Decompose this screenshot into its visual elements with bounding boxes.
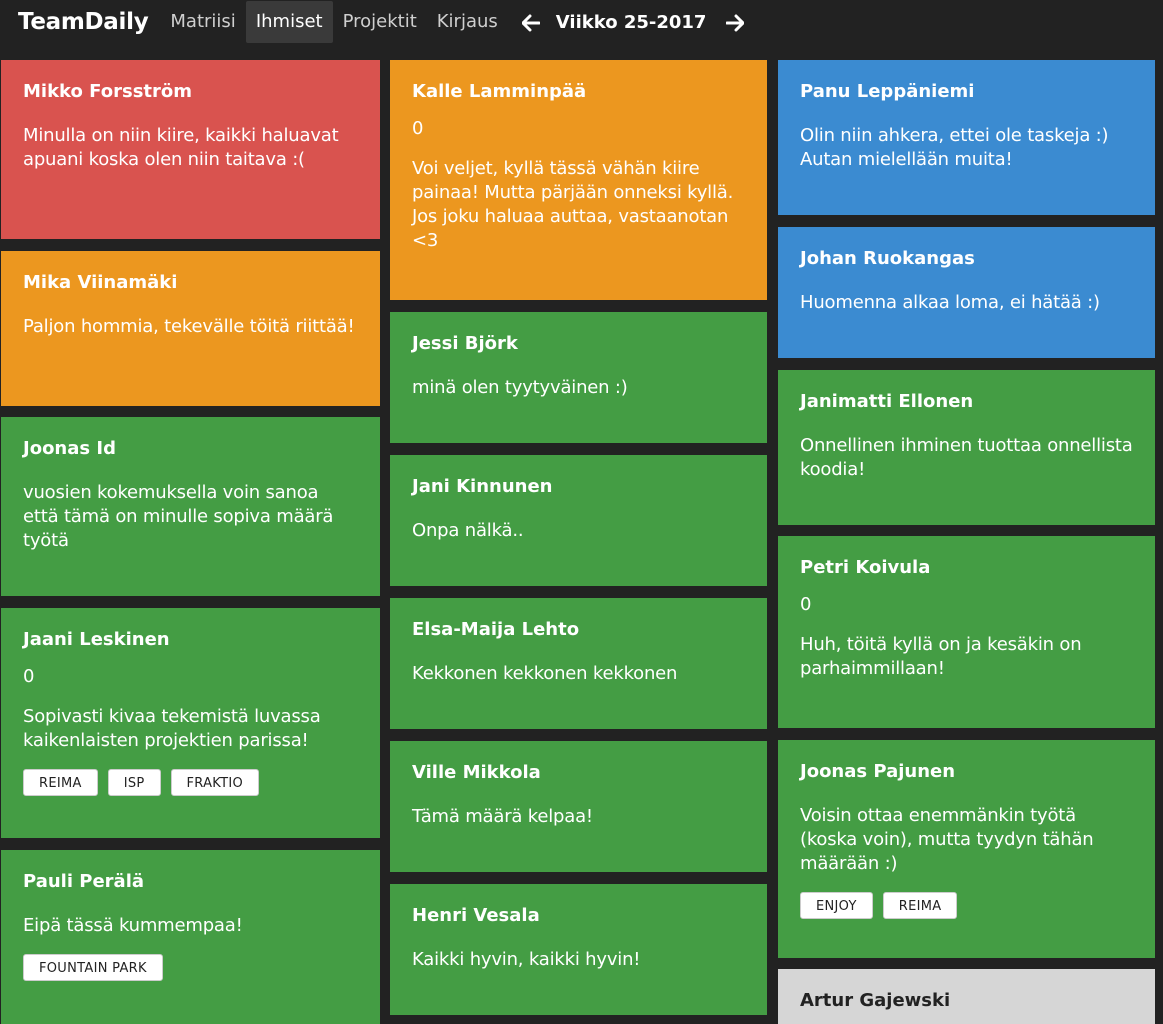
person-name: Kalle Lamminpää — [412, 81, 587, 102]
person-name: Johan Ruokangas — [800, 248, 975, 269]
person-message: Huh, töitä kyllä on ja kesäkin on parhai… — [800, 634, 1082, 679]
top-navbar: TeamDaily Matriisi Ihmiset Projektit Kir… — [0, 0, 1163, 45]
project-tag-button[interactable]: FRAKTIO — [170, 769, 260, 796]
person-card[interactable]: Joonas Id vuosien kokemuksella voin sano… — [1, 417, 380, 596]
week-label: Viikko 25-2017 — [555, 12, 707, 33]
person-message: Eipä tässä kummempaa! — [23, 915, 243, 936]
person-card[interactable]: Elsa-Maija Lehto Kekkonen kekkonen kekko… — [390, 598, 767, 729]
project-tag-button[interactable]: REIMA — [882, 892, 958, 919]
person-name: Janimatti Ellonen — [800, 391, 974, 412]
person-card[interactable]: Henri Vesala Kaikki hyvin, kaikki hyvin! — [390, 884, 767, 1015]
project-tags: ENJOY REIMA — [800, 892, 1133, 919]
person-card[interactable]: Mikko Forsström Minulla on niin kiire, k… — [1, 60, 380, 239]
person-name: Artur Gajewski — [800, 990, 951, 1011]
person-card[interactable]: Pauli Perälä Eipä tässä kummempaa! FOUNT… — [1, 850, 380, 1024]
person-message: Voisin ottaa enemmänkin työtä (koska voi… — [800, 805, 1094, 874]
person-card[interactable]: Petri Koivula 0 Huh, töitä kyllä on ja k… — [778, 536, 1155, 728]
person-score: 0 — [800, 594, 812, 615]
person-card[interactable]: Janimatti Ellonen Onnellinen ihminen tuo… — [778, 370, 1155, 525]
person-score: 0 — [23, 666, 35, 687]
project-tags: FOUNTAIN PARK — [23, 954, 358, 981]
person-message: minä olen tyytyväinen :) — [412, 377, 628, 398]
person-name: Panu Leppäniemi — [800, 81, 975, 102]
person-message: Tämä määrä kelpaa! — [412, 806, 593, 827]
person-name: Jaani Leskinen — [23, 629, 170, 650]
person-card[interactable]: Jaani Leskinen 0 Sopivasti kivaa tekemis… — [1, 608, 380, 838]
person-message: Huomenna alkaa loma, ei hätää :) — [800, 292, 1100, 313]
person-message: Kekkonen kekkonen kekkonen — [412, 663, 678, 684]
nav-link-ihmiset[interactable]: Ihmiset — [245, 1, 333, 43]
person-name: Mikko Forsström — [23, 81, 193, 102]
arrow-left-icon[interactable] — [520, 0, 542, 45]
person-name: Elsa-Maija Lehto — [412, 619, 580, 640]
person-name: Jessi Björk — [412, 333, 518, 354]
project-tag-button[interactable]: ISP — [107, 769, 161, 796]
person-message: Sopivasti kivaa tekemistä luvassa kaiken… — [23, 706, 321, 751]
person-message: vuosien kokemuksella voin sanoa että täm… — [23, 482, 334, 551]
person-message: Voi veljet, kyllä tässä vähän kiire pain… — [412, 158, 734, 251]
person-score: 0 — [412, 118, 424, 139]
person-message: Kaikki hyvin, kaikki hyvin! — [412, 949, 641, 970]
person-card[interactable]: Mika Viinamäki Paljon hommia, tekevälle … — [1, 251, 380, 406]
person-name: Joonas Id — [23, 438, 116, 459]
person-message: Paljon hommia, tekevälle töitä riittää! — [23, 316, 355, 337]
person-card[interactable]: Ville Mikkola Tämä määrä kelpaa! — [390, 741, 767, 872]
project-tag-button[interactable]: FOUNTAIN PARK — [23, 954, 163, 981]
person-name: Pauli Perälä — [23, 871, 145, 892]
person-card[interactable]: Panu Leppäniemi Olin niin ahkera, ettei … — [778, 60, 1155, 215]
nav-link-projektit[interactable]: Projektit — [333, 1, 427, 43]
person-name: Jani Kinnunen — [412, 476, 553, 497]
brand-logo[interactable]: TeamDaily — [0, 0, 160, 45]
person-card[interactable]: Artur Gajewski — [778, 969, 1155, 1024]
person-name: Petri Koivula — [800, 557, 931, 578]
person-card[interactable]: Joonas Pajunen Voisin ottaa enemmänkin t… — [778, 740, 1155, 958]
person-card[interactable]: Jessi Björk minä olen tyytyväinen :) — [390, 312, 767, 443]
person-message: Onpa nälkä.. — [412, 520, 524, 541]
person-card[interactable]: Jani Kinnunen Onpa nälkä.. — [390, 455, 767, 586]
person-card[interactable]: Johan Ruokangas Huomenna alkaa loma, ei … — [778, 227, 1155, 358]
nav-link-matriisi[interactable]: Matriisi — [160, 1, 245, 43]
person-name: Ville Mikkola — [412, 762, 541, 783]
project-tags: REIMA ISP FRAKTIO — [23, 769, 358, 796]
project-tag-button[interactable]: REIMA — [23, 769, 98, 796]
person-name: Mika Viinamäki — [23, 272, 178, 293]
project-tag-button[interactable]: ENJOY — [800, 892, 873, 919]
person-message: Minulla on niin kiire, kaikki haluavat a… — [23, 125, 339, 170]
arrow-right-icon[interactable] — [724, 0, 746, 45]
nav-link-kirjaus[interactable]: Kirjaus — [427, 1, 508, 43]
person-name: Joonas Pajunen — [800, 761, 956, 782]
person-name: Henri Vesala — [412, 905, 540, 926]
person-message: Olin niin ahkera, ettei ole taskeja :) A… — [800, 125, 1109, 170]
person-card[interactable]: Kalle Lamminpää 0 Voi veljet, kyllä täss… — [390, 60, 767, 300]
person-message: Onnellinen ihminen tuottaa onnellista ko… — [800, 435, 1133, 480]
